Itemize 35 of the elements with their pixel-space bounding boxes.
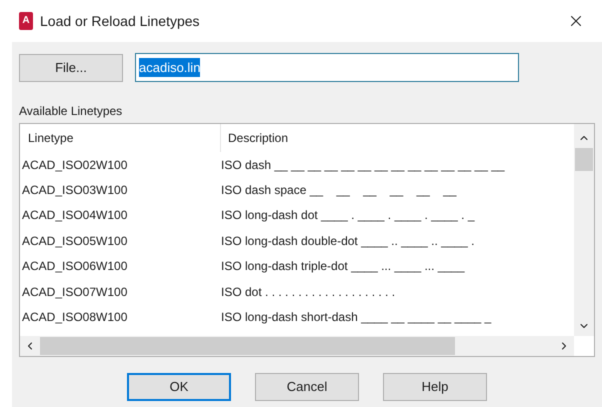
linetype-name: ACAD_ISO06W100 <box>21 258 128 276</box>
dialog-button[interactable]: Help <box>383 373 487 401</box>
linetype-description: ISO dash __ __ __ __ __ __ __ __ __ __ __ __ __ __ <box>221 156 505 174</box>
column-header[interactable]: Description <box>221 124 288 152</box>
linetype-row[interactable]: ACAD_ISO04W100 ISO long-dash dot ____ . ____ . ____ . ____ . _ <box>20 202 574 228</box>
linetype-row[interactable]: ACAD_ISO07W100 ISO dot . . . . . . . . . . . . . . . . . . . . <box>20 278 574 304</box>
linetype-name: ACAD_ISO08W100 <box>21 309 128 326</box>
linetype-description: ISO dot . . . . . . . . . . . . . . . . . . . . <box>221 284 396 301</box>
linetype-name: ACAD_ISO05W100 <box>21 232 128 250</box>
linetype-row[interactable]: ACAD_ISO03W100 ISO dash space __ __ __ __ __ __ <box>20 177 574 203</box>
app-logo-icon: A <box>19 12 33 30</box>
linetype-row[interactable]: ACAD_ISO05W100 ISO long-dash double-dot ____ .. ____ .. ____ . <box>20 228 574 254</box>
linetype-description: ISO dash space __ __ __ __ __ __ <box>221 182 456 200</box>
scrollbar-thumb[interactable] <box>575 148 593 171</box>
column-header[interactable]: Linetype <box>20 124 221 152</box>
vertical-scrollbar[interactable] <box>574 124 594 336</box>
list-label: Available Linetypes <box>19 104 124 118</box>
horizontal-scrollbar[interactable] <box>20 336 574 356</box>
linetype-row[interactable]: ACAD_ISO02W100 ISO dash __ __ __ __ __ __ __ __ __ __ __ __ __ __ <box>20 152 574 178</box>
linetype-name: ACAD_ISO07W100 <box>21 284 128 301</box>
dialog-button[interactable]: OK <box>127 373 231 401</box>
dialog-button[interactable]: Cancel <box>255 373 359 401</box>
linetype-description: ISO long-dash triple-dot ____ ... ____ ... ____ <box>221 258 464 276</box>
scrollbar-thumb[interactable] <box>40 337 455 355</box>
file-button[interactable]: File... <box>19 54 123 82</box>
linetype-description: ISO long-dash short-dash ____ __ ____ __ ____ _ <box>221 309 492 326</box>
linetype-name: ACAD_ISO04W100 <box>21 207 128 224</box>
linetype-name: ACAD_ISO03W100 <box>21 182 128 200</box>
file-name-field[interactable]: acadiso.lin <box>135 53 519 82</box>
linetype-row[interactable]: ACAD_ISO08W100 ISO long-dash short-dash ____ __ ____ __ ____ _ <box>20 304 574 330</box>
window-title: Load or Reload Linetypes <box>40 12 200 31</box>
linetype-row[interactable]: ACAD_ISO06W100 ISO long-dash triple-dot ____ ... ____ ... ____ <box>20 254 574 279</box>
linetype-description: ISO long-dash dot ____ . ____ . ____ . ____ . _ <box>221 207 475 224</box>
linetype-name: ACAD_ISO02W100 <box>21 156 128 174</box>
linetype-description: ISO long-dash double-dot ____ .. ____ .. ____ . <box>221 232 475 250</box>
